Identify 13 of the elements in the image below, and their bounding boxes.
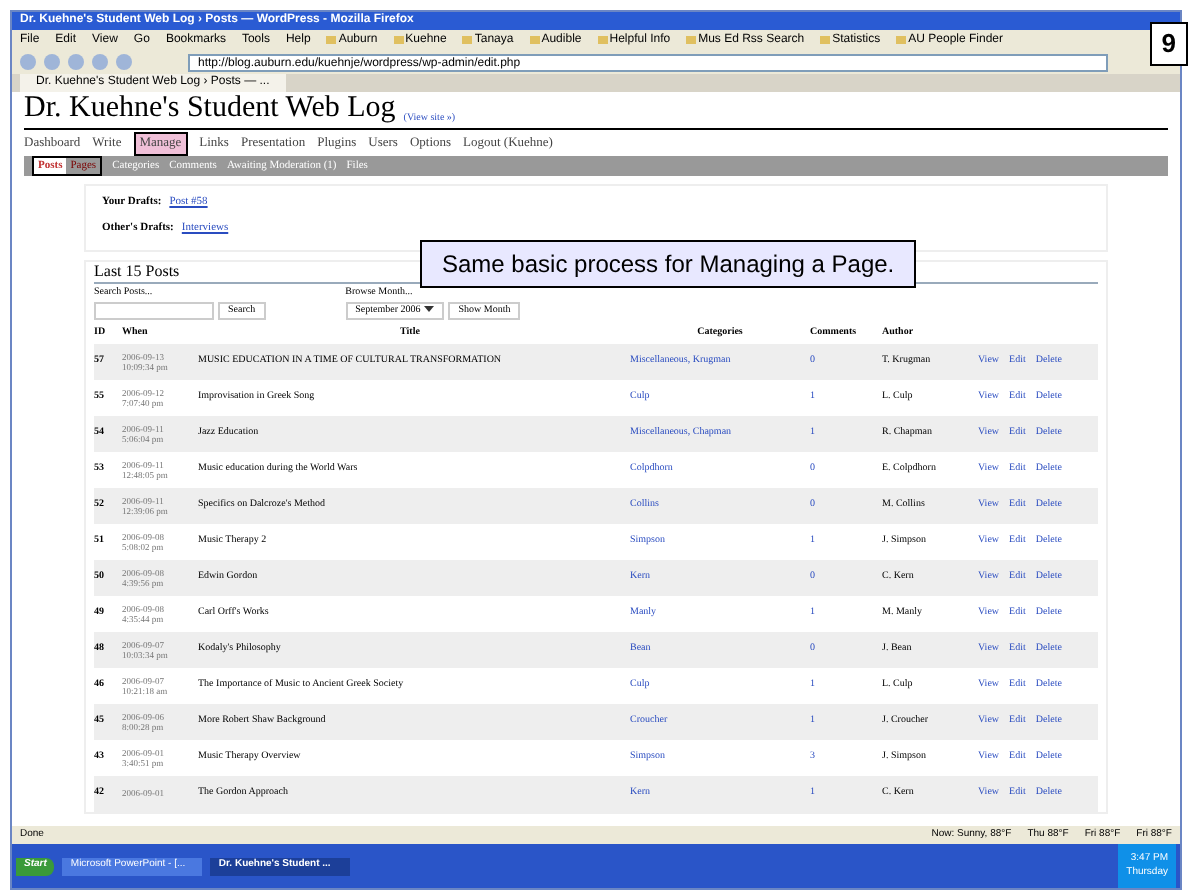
folder-icon: [462, 36, 473, 44]
folder-icon: [393, 36, 404, 44]
folder-icon: [820, 36, 831, 44]
folder-icon: [686, 36, 697, 44]
folder-icon: [326, 36, 337, 44]
page-number: 9: [1149, 22, 1188, 65]
folder-icon: [597, 36, 608, 44]
site-title: Dr. Kuehne's Student Web Log: [24, 92, 396, 126]
folder-icon: [529, 36, 540, 44]
dropdown-arrow-icon: [424, 303, 435, 314]
callout-box: Same basic process for Managing a Page.: [420, 240, 917, 288]
folder-icon: [896, 36, 907, 44]
search-field[interactable]: [94, 301, 214, 319]
